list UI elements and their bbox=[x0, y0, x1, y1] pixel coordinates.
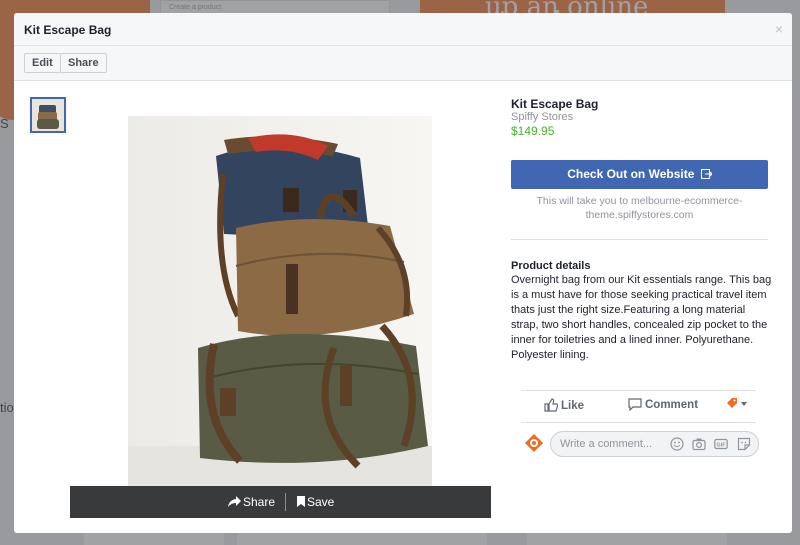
details-heading: Product details bbox=[511, 260, 591, 272]
product-price: $149.95 bbox=[511, 124, 555, 138]
background-side-text: tio bbox=[0, 400, 14, 415]
svg-text:GIF: GIF bbox=[716, 443, 726, 449]
bookmark-icon bbox=[297, 496, 305, 507]
divider bbox=[521, 422, 756, 423]
checkout-label: Check Out on Website bbox=[567, 167, 695, 181]
background-side-text: S bbox=[0, 116, 9, 131]
photo-share-label: Share bbox=[243, 495, 276, 509]
comment-label: Comment bbox=[645, 399, 699, 411]
store-name[interactable]: Spiffy Stores bbox=[511, 111, 573, 123]
like-label: Like bbox=[561, 400, 585, 412]
like-icon bbox=[544, 398, 559, 412]
photo-action-bar: Share Save bbox=[70, 486, 491, 518]
redirect-note: This will take you to melbourne-ecommerc… bbox=[536, 195, 743, 221]
product-photo bbox=[128, 116, 432, 486]
share-button[interactable]: Share bbox=[60, 53, 107, 73]
product-name: Kit Escape Bag bbox=[511, 97, 599, 111]
camera-icon[interactable] bbox=[692, 437, 706, 451]
edit-button[interactable]: Edit bbox=[24, 53, 61, 73]
comment-input[interactable]: Write a comment... GIF bbox=[550, 431, 759, 457]
details-text: Overnight bag from our Kit essentials ra… bbox=[511, 274, 772, 361]
page-avatar-icon bbox=[525, 434, 543, 452]
like-button[interactable]: Like bbox=[544, 398, 584, 412]
bag-stack-image bbox=[128, 116, 432, 486]
divider bbox=[511, 239, 768, 240]
checkout-button[interactable]: Check Out on Website bbox=[511, 160, 768, 189]
page-selector[interactable] bbox=[726, 398, 751, 410]
modal-header: Kit Escape Bag × bbox=[14, 13, 792, 46]
comment-placeholder: Write a comment... bbox=[560, 438, 653, 450]
page-selector-icon bbox=[727, 398, 747, 408]
bar-divider bbox=[285, 493, 286, 511]
avatar bbox=[521, 430, 547, 456]
emoji-icon[interactable] bbox=[670, 437, 684, 451]
modal-toolbar: Edit Share bbox=[14, 46, 792, 81]
modal-title: Kit Escape Bag bbox=[24, 23, 112, 37]
background-caption: Create a product bbox=[169, 4, 222, 11]
sticker-icon[interactable] bbox=[737, 437, 751, 451]
product-thumbnail[interactable] bbox=[30, 97, 66, 133]
photo-save-button[interactable]: Save bbox=[297, 495, 334, 509]
divider bbox=[521, 390, 756, 391]
photo-save-label: Save bbox=[307, 495, 335, 509]
close-icon[interactable]: × bbox=[775, 21, 783, 37]
comment-icon bbox=[628, 398, 642, 412]
gif-icon[interactable]: GIF bbox=[714, 437, 728, 451]
product-modal: Kit Escape Bag × Edit Share Share Save K… bbox=[14, 13, 792, 533]
thumbnail-image bbox=[32, 99, 64, 131]
external-link-icon bbox=[700, 169, 713, 179]
comment-button[interactable]: Comment bbox=[628, 398, 699, 412]
photo-share-button[interactable]: Share bbox=[228, 495, 275, 509]
share-arrow-icon bbox=[228, 496, 241, 507]
